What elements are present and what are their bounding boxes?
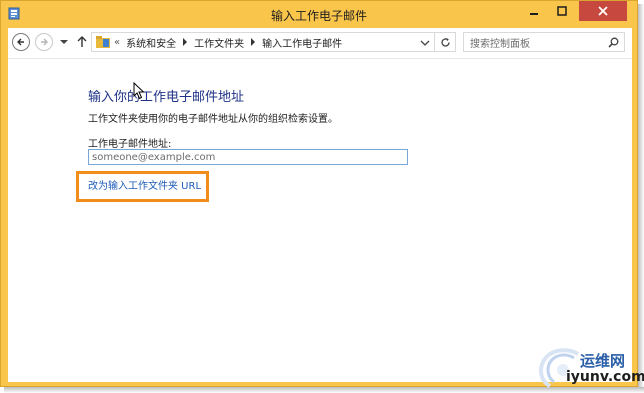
chevron-down-icon[interactable]	[420, 39, 430, 47]
up-button[interactable]	[74, 33, 90, 51]
address-bar[interactable]: « 系统和安全 工作文件夹 输入工作电子邮件	[91, 32, 435, 52]
close-icon	[598, 6, 608, 16]
chevron-right-icon[interactable]	[250, 38, 256, 46]
highlight-box	[76, 171, 209, 202]
title-bar[interactable]: 输入工作电子邮件	[1, 1, 637, 27]
breadcrumb-system-security[interactable]: 系统和安全	[126, 35, 176, 50]
refresh-icon	[440, 37, 450, 47]
mouse-pointer-icon	[133, 82, 145, 100]
window-shadow-right	[638, 4, 644, 393]
breadcrumb-overflow[interactable]: «	[114, 37, 120, 48]
breadcrumb-enter-work-email[interactable]: 输入工作电子邮件	[262, 35, 342, 50]
email-field-label: 工作电子邮件地址:	[88, 139, 172, 150]
email-field[interactable]	[88, 149, 408, 165]
chevron-down-icon	[60, 40, 68, 44]
arrow-right-icon	[41, 38, 48, 46]
close-button[interactable]	[579, 1, 627, 21]
refresh-button[interactable]	[435, 32, 456, 52]
arrow-up-icon	[77, 36, 87, 47]
page-description: 工作文件夹使用你的电子邮件地址从你的组织检索设置。	[88, 114, 338, 125]
chevron-right-icon[interactable]	[182, 38, 188, 46]
minimize-button[interactable]	[520, 1, 548, 21]
search-placeholder: 搜索控制面板	[470, 38, 530, 50]
app-window: 输入工作电子邮件 « 系统和安全 工作文件夹 输入工作电子邮件 搜索控制面板 输…	[0, 0, 638, 387]
page-heading: 输入你的工作电子邮件地址	[88, 90, 245, 105]
arrow-left-icon	[17, 38, 24, 46]
window-client-area: « 系统和安全 工作文件夹 输入工作电子邮件 搜索控制面板 输入你的工作电子邮件…	[8, 28, 632, 382]
recent-locations-button[interactable]	[58, 36, 70, 48]
navigation-bar: « 系统和安全 工作文件夹 输入工作电子邮件 搜索控制面板	[8, 28, 632, 59]
forward-button[interactable]	[35, 33, 53, 51]
control-panel-folder-icon	[96, 36, 110, 48]
maximize-icon	[557, 6, 567, 16]
breadcrumb-work-folders[interactable]: 工作文件夹	[194, 35, 244, 50]
search-icon[interactable]	[608, 37, 619, 48]
back-button[interactable]	[12, 33, 30, 51]
maximize-button[interactable]	[549, 1, 575, 21]
search-box[interactable]: 搜索控制面板	[463, 32, 625, 52]
watermark-url: iyunv.com	[566, 369, 644, 385]
minimize-icon	[530, 13, 538, 15]
watermark-brand: 运维网	[580, 352, 626, 370]
